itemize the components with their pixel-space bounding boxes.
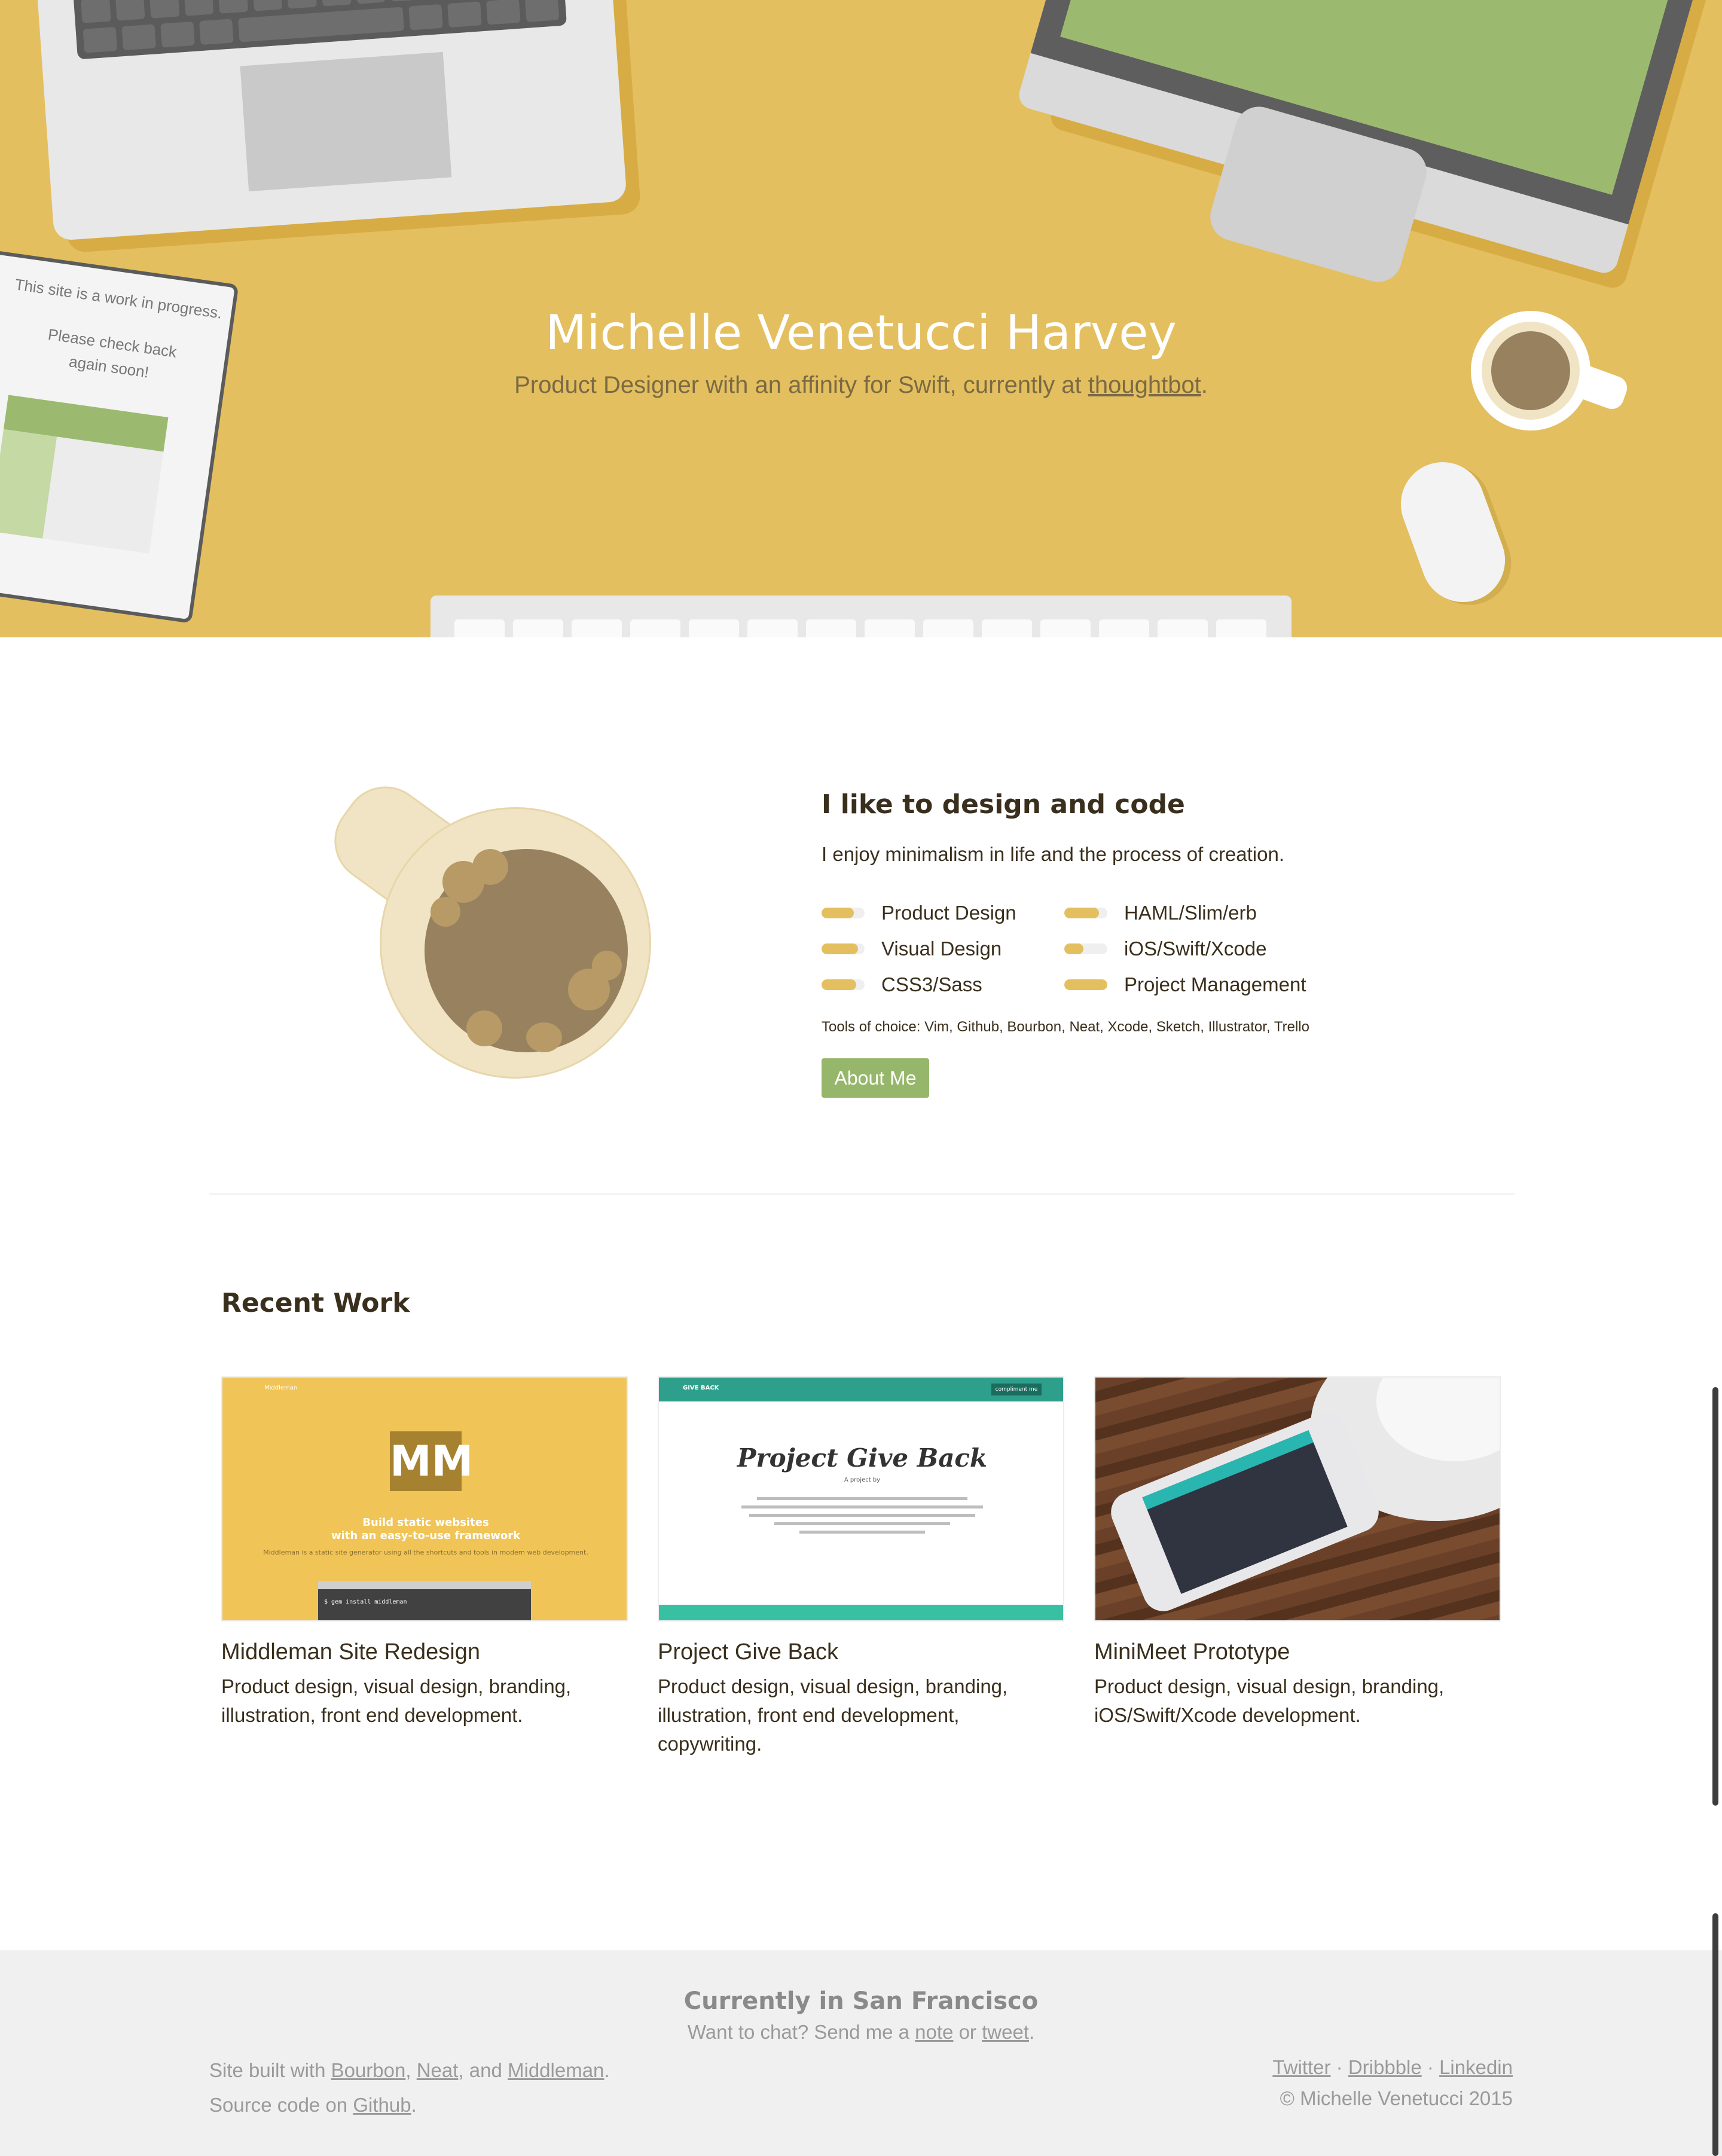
skill-bar [822,943,865,954]
skill-bar [1064,908,1107,918]
skill-product-design: Product Design [822,898,1016,928]
work-title-minimeet[interactable]: MiniMeet Prototype [1094,1639,1501,1665]
scrollbar-thumb-lower[interactable] [1712,1913,1718,2156]
tablet-illustration: This site is a work in progress. Please … [0,245,239,624]
scrollbar-thumb[interactable] [1712,1387,1718,1806]
about-me-button[interactable]: About Me [822,1058,929,1098]
recent-work-heading: Recent Work [221,1288,410,1318]
twitter-link[interactable]: Twitter [1272,2056,1330,2078]
skill-haml-slim-erb: HAML/Slim/erb [1064,898,1257,928]
dribbble-link[interactable]: Dribbble [1348,2056,1422,2078]
copyright: © Michelle Venetucci 2015 [1280,2087,1513,2109]
tablet-window-graphic [0,395,169,554]
middleman-thumbnail[interactable]: Middleman MM Build static websites with a… [221,1376,628,1621]
work-desc-minimeet: Product design, visual design, branding,… [1094,1675,1445,1726]
give-back-thumbnail[interactable]: GIVE BACK compliment me Project Give Bac… [658,1376,1064,1621]
skill-css3-sass: CSS3/Sass [822,970,982,1000]
terminal-graphic: $ gem install middleman [318,1581,531,1620]
footer-location: Currently in San Francisco [683,1987,1039,2015]
github-link[interactable]: Github [353,2094,411,2116]
work-desc-give-back: Product design, visual design, branding,… [658,1675,1008,1755]
work-title-give-back[interactable]: Project Give Back [658,1639,1064,1665]
keyboard-illustration [430,596,1292,637]
footer-chat: Want to chat? Send me a note or tweet. [687,2021,1035,2043]
middleman-link[interactable]: Middleman [508,2059,604,2081]
laptop-keyboard [73,0,567,60]
about-heading: I like to design and code [822,789,1185,820]
skill-bar [1064,943,1107,954]
work-title-middleman[interactable]: Middleman Site Redesign [221,1639,628,1665]
thoughtbot-link[interactable]: thoughtbot [1088,372,1201,398]
footer: Currently in San Francisco Want to chat?… [0,1950,1722,2156]
skill-project-management: Project Management [1064,970,1306,1000]
minimeet-thumbnail[interactable] [1094,1376,1501,1621]
section-divider [209,1193,1515,1195]
mouse-illustration [1389,450,1517,614]
footer-credits: Site built with Bourbon, Neat, and Middl… [209,2059,610,2116]
hero-subtitle: Product Designer with an affinity for Sw… [514,372,1208,398]
page-title: Michelle Venetucci Harvey [545,305,1177,361]
skill-bar [1064,979,1107,990]
linkedin-link[interactable]: Linkedin [1439,2056,1513,2078]
laptop-illustration [36,0,627,241]
laptop-trackpad [240,51,452,192]
work-card-middleman[interactable]: Middleman MM Build static websites with a… [221,1376,628,1730]
note-link[interactable]: note [915,2021,953,2043]
work-card-minimeet[interactable]: MiniMeet Prototype Product design, visua… [1094,1376,1501,1730]
work-card-give-back[interactable]: GIVE BACK compliment me Project Give Bac… [658,1376,1064,1758]
tools-of-choice: Tools of choice: Vim, Github, Bourbon, N… [822,1019,1309,1035]
text-lines-graphic [737,1497,988,1539]
middleman-logo: MM [390,1431,473,1491]
hero-section: This site is a work in progress. Please … [0,0,1722,637]
tweet-link[interactable]: tweet [982,2021,1029,2043]
skill-bar [822,908,865,918]
about-text: I enjoy minimalism in life and the proce… [822,843,1285,865]
skill-visual-design: Visual Design [822,934,1002,964]
bourbon-link[interactable]: Bourbon [331,2059,406,2081]
work-desc-middleman: Product design, visual design, branding,… [221,1675,572,1726]
skill-bar [822,979,865,990]
footer-social: Twitter · Dribbble · Linkedin © Michelle… [1272,2052,1513,2114]
skill-ios-swift-xcode: iOS/Swift/Xcode [1064,934,1266,964]
neat-link[interactable]: Neat [417,2059,459,2081]
